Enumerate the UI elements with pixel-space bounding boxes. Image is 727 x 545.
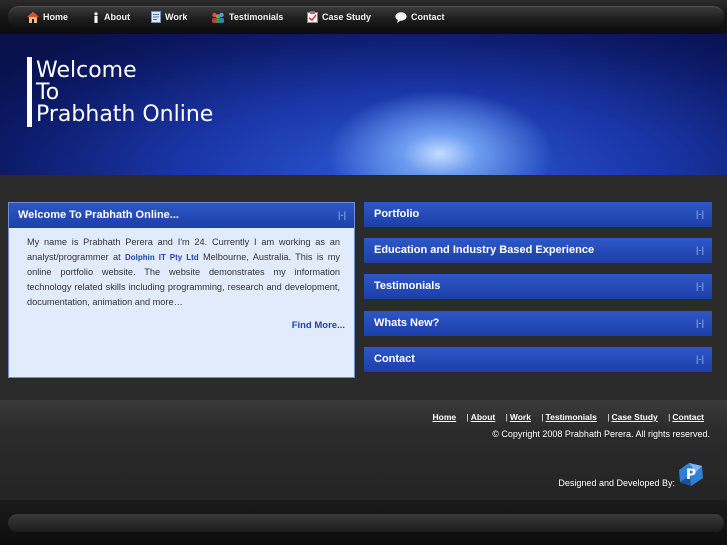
- collapse-icon[interactable]: |-|: [696, 210, 704, 219]
- footer-link-case-study[interactable]: Case Study: [611, 412, 657, 422]
- accordion-testimonials[interactable]: Testimonials |-|: [364, 274, 712, 299]
- nav-label: Home: [43, 12, 69, 22]
- footer-separator: |: [541, 412, 544, 422]
- accordion-label: Whats New?: [374, 317, 440, 329]
- speech-bubble-icon: [395, 11, 407, 23]
- people-icon: [212, 12, 224, 23]
- welcome-panel-title: Welcome To Prabhath Online...: [18, 209, 179, 221]
- nav-pill: Home About Work Testimonials Case Study …: [8, 6, 724, 28]
- collapse-icon[interactable]: |-|: [696, 246, 704, 255]
- nav-item-case-study[interactable]: Case Study: [307, 6, 371, 28]
- p-logo-icon: P: [679, 463, 703, 486]
- collapse-icon[interactable]: |-|: [696, 355, 704, 364]
- nav-item-home[interactable]: Home: [27, 6, 68, 28]
- footer-links: Home | About | Work | Testimonials | Case St…: [432, 412, 704, 422]
- footer-link-testimonials[interactable]: Testimonials: [546, 412, 597, 422]
- welcome-panel-header[interactable]: Welcome To Prabhath Online... |-|: [9, 203, 354, 228]
- accordion-portfolio[interactable]: Portfolio |-|: [364, 202, 712, 227]
- hero-banner: Welcome To Prabhath Online: [0, 34, 727, 175]
- accordion-label: Contact: [374, 353, 415, 365]
- welcome-body-text: My name is Prabhath Perera and I'm 24. C…: [27, 235, 340, 310]
- accordion-label: Education and Industry Based Experience: [374, 244, 595, 256]
- clipboard-icon: [307, 11, 318, 23]
- banner-title-line-3: Prabhath Online: [36, 102, 214, 127]
- nav-item-testimonials[interactable]: Testimonials: [211, 6, 283, 28]
- designer-logo[interactable]: P: [676, 460, 706, 493]
- logo-letter: P: [686, 467, 696, 483]
- footer-separator: |: [607, 412, 610, 422]
- nav-label: Case Study: [322, 12, 372, 22]
- footer-link-contact[interactable]: Contact: [672, 412, 704, 422]
- accordion-label: Testimonials: [374, 280, 441, 292]
- accordion-label: Portfolio: [374, 208, 420, 220]
- footer-separator: |: [466, 412, 469, 422]
- accordion-whats-new[interactable]: Whats New? |-|: [364, 311, 712, 336]
- accordion-contact[interactable]: Contact |-|: [364, 347, 712, 372]
- info-icon: [94, 11, 98, 23]
- footer-link-work[interactable]: Work: [510, 412, 531, 422]
- welcome-panel: Welcome To Prabhath Online... |-| My nam…: [8, 202, 355, 378]
- designed-by-text: Designed and Developed By:: [558, 478, 675, 488]
- bottom-bar: [8, 514, 724, 532]
- nav-label: Testimonials: [229, 12, 284, 22]
- copyright-text: © Copyright 2008 Prabhath Perera. All ri…: [492, 429, 710, 439]
- footer-separator: |: [505, 412, 508, 422]
- collapse-icon[interactable]: |-|: [696, 282, 704, 291]
- accordion-education-experience[interactable]: Education and Industry Based Experience …: [364, 238, 712, 263]
- find-more-link[interactable]: Find More...: [292, 320, 345, 331]
- nav-label: Contact: [411, 12, 445, 22]
- collapse-icon[interactable]: |-|: [338, 211, 346, 220]
- nav-item-about[interactable]: About: [92, 6, 130, 28]
- company-name: Dolphin IT Pty Ltd: [124, 253, 199, 262]
- home-icon: [27, 11, 39, 23]
- footer-separator: |: [668, 412, 671, 422]
- footer-link-about[interactable]: About: [471, 412, 496, 422]
- nav-label: About: [104, 12, 130, 22]
- footer-link-home[interactable]: Home: [432, 412, 456, 422]
- nav-label: Work: [165, 12, 188, 22]
- banner-accent-bar: [27, 57, 32, 127]
- collapse-icon[interactable]: |-|: [696, 319, 704, 328]
- document-icon: [151, 11, 161, 23]
- top-navigation-bar: Home About Work Testimonials Case Study …: [0, 0, 727, 34]
- nav-item-contact[interactable]: Contact: [395, 6, 445, 28]
- nav-item-work[interactable]: Work: [151, 6, 187, 28]
